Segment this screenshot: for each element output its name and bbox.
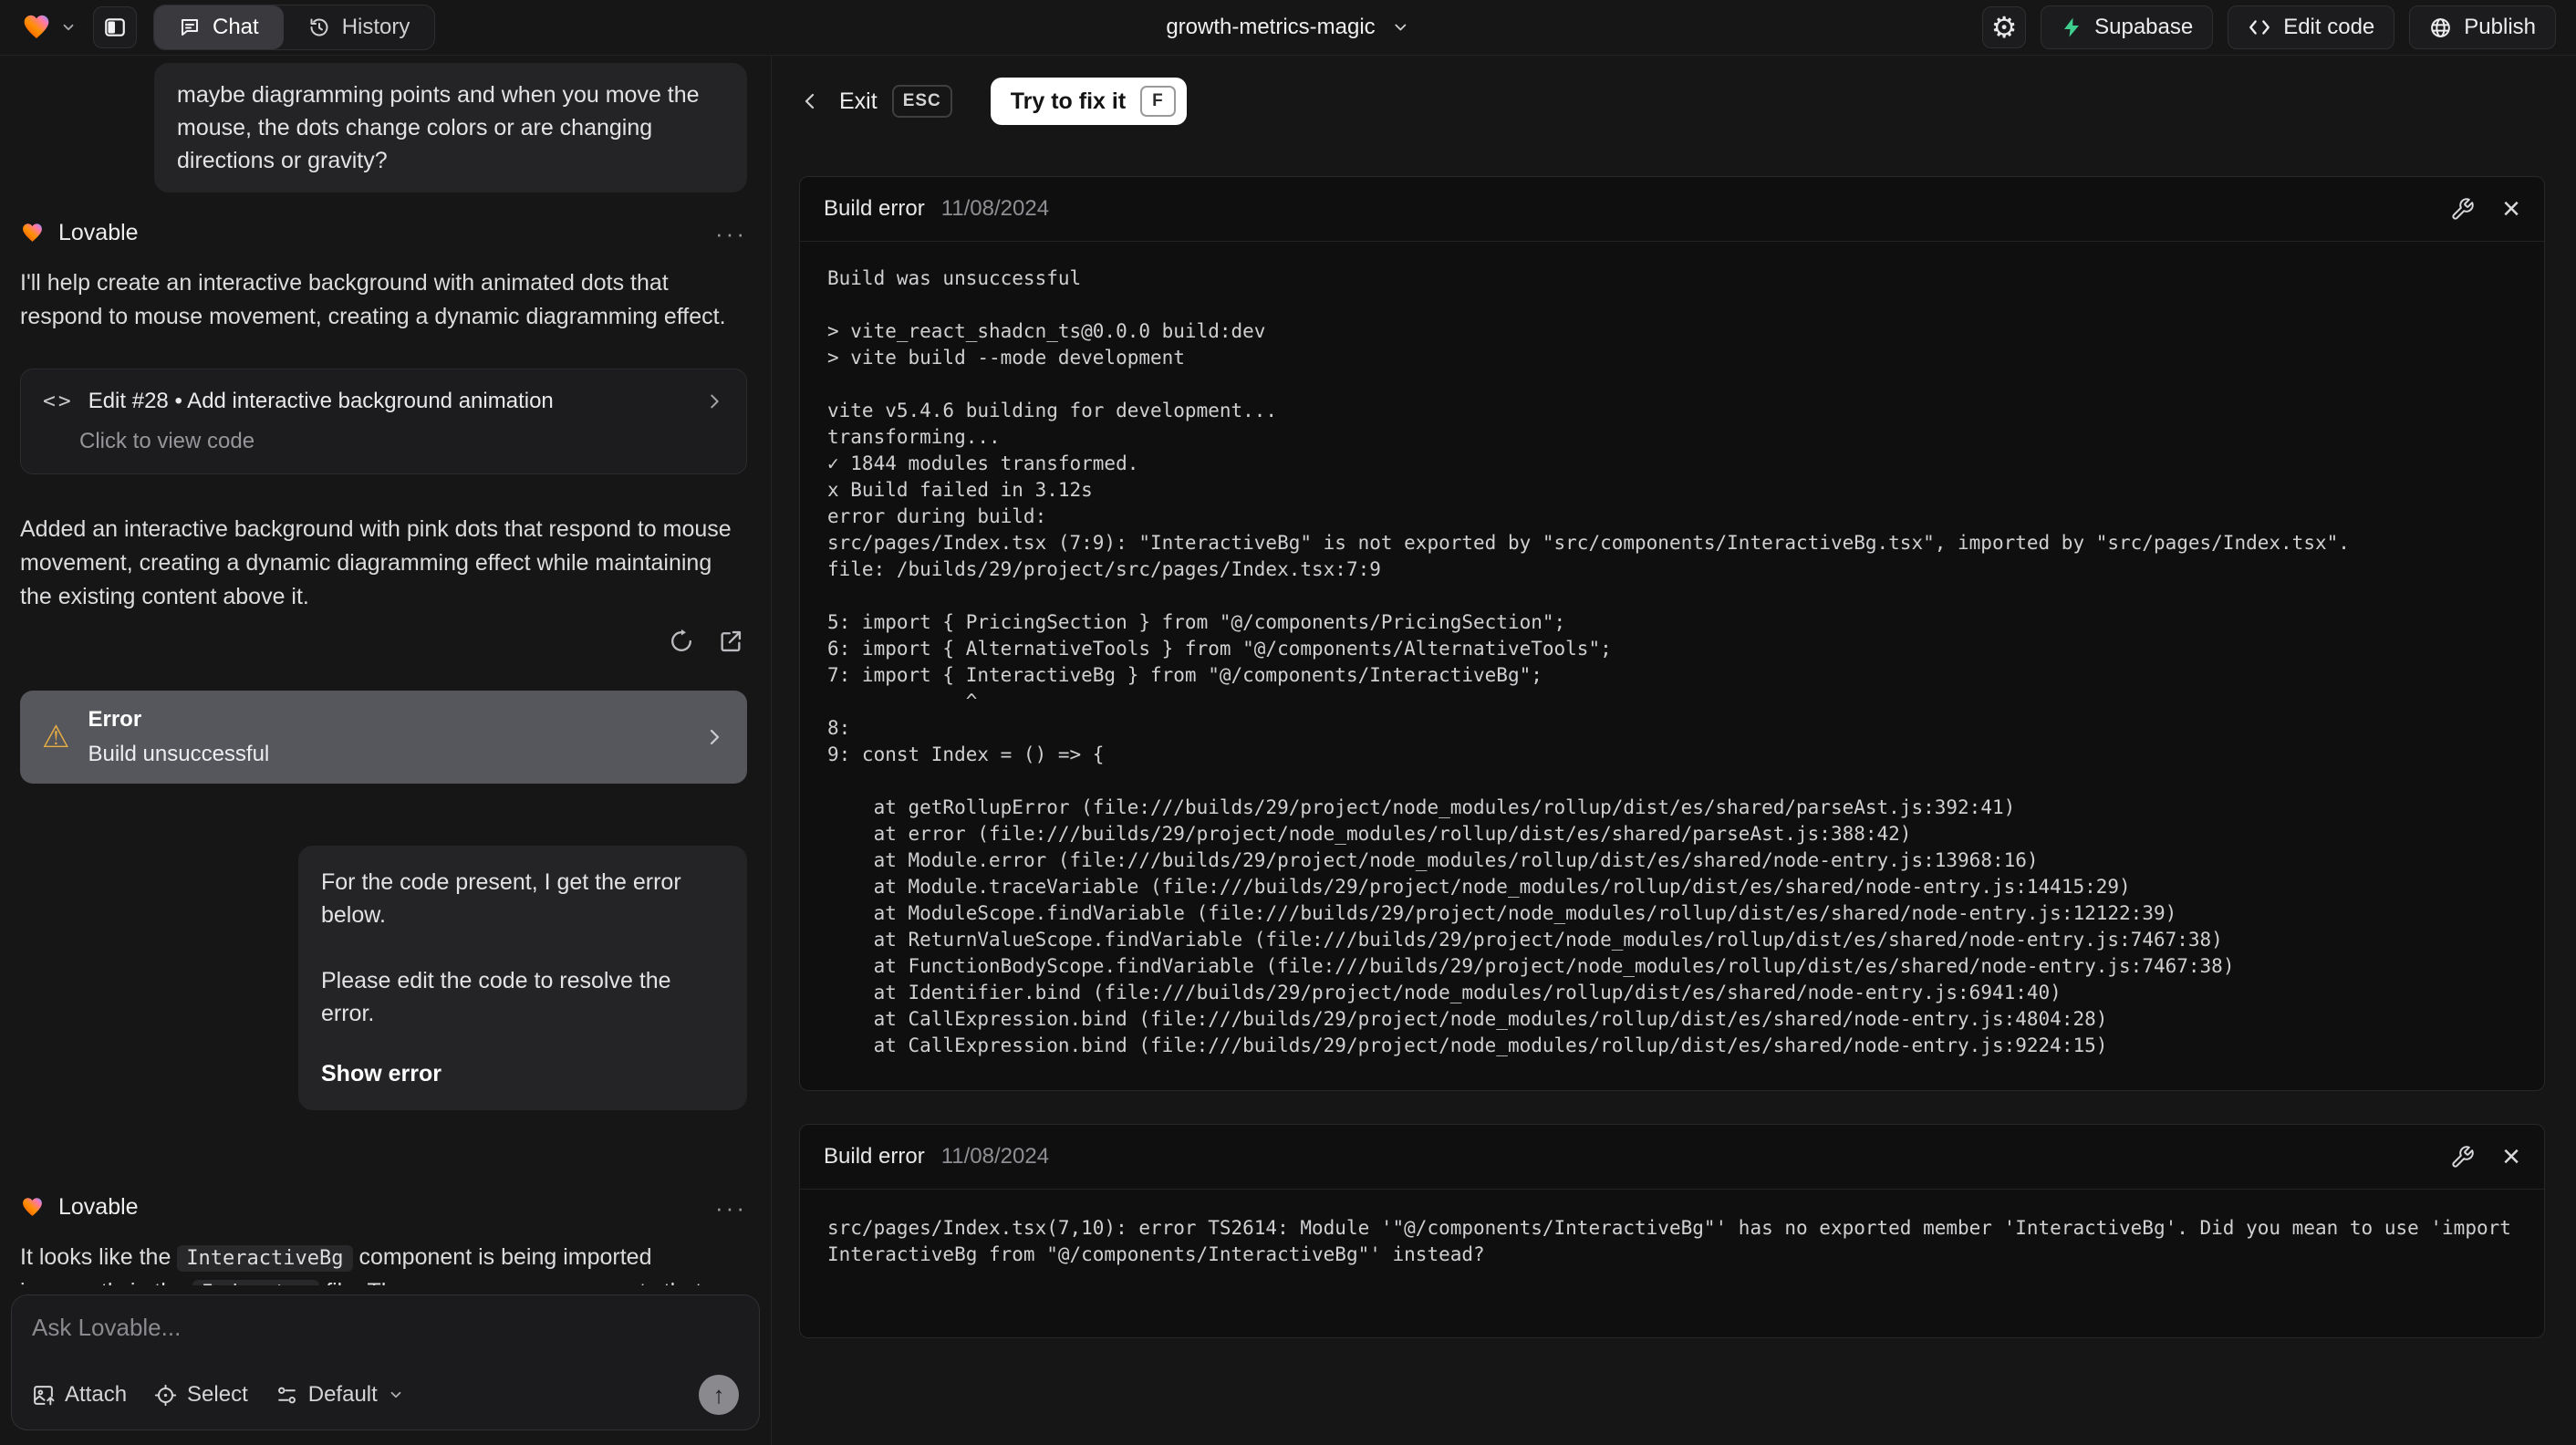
assistant-text: Added an interactive background with pin… (20, 516, 732, 609)
chevron-down-icon (1392, 18, 1410, 36)
history-clock-icon (308, 16, 330, 38)
user-text: For the code present, I get the error be… (321, 869, 681, 928)
tab-chat[interactable]: Chat (154, 5, 284, 49)
publish-label: Publish (2464, 15, 2536, 39)
select-target-icon (154, 1384, 177, 1407)
attach-label: Attach (65, 1382, 128, 1407)
mode-label: Default (307, 1382, 378, 1407)
edit-code-button[interactable]: Edit code (2228, 5, 2395, 49)
open-external-icon[interactable] (718, 629, 743, 654)
wrench-icon[interactable] (2450, 1145, 2475, 1170)
edit-28-card[interactable]: <> Edit #28 • Add interactive background… (20, 369, 747, 474)
panel-date: 11/08/2024 (940, 196, 1050, 221)
panel-title: Build error (824, 196, 925, 221)
chevron-right-icon (703, 726, 725, 748)
chat-scroll-area[interactable]: maybe diagramming points and when you mo… (0, 56, 771, 1285)
build-error-card[interactable]: ⚠ Error Build unsuccessful (20, 691, 747, 784)
panel-header: Build error 11/08/2024 × (800, 1125, 2544, 1190)
select-label: Select (187, 1382, 248, 1407)
code-brackets-icon (2248, 17, 2271, 37)
tab-chat-label: Chat (213, 15, 259, 39)
publish-button[interactable]: Publish (2409, 5, 2556, 49)
user-message: For the code present, I get the error be… (298, 846, 747, 1110)
inline-code: InteractiveBg (177, 1245, 353, 1272)
esc-key-badge: ESC (891, 85, 952, 118)
show-error-link[interactable]: Show error (321, 1057, 724, 1090)
project-name: growth-metrics-magic (1166, 15, 1376, 39)
edit-card-title: Edit #28 • Add interactive background an… (88, 389, 554, 413)
exit-button[interactable]: Exit (799, 88, 878, 115)
globe-icon (2429, 16, 2452, 39)
gear-icon: ⚙ (1990, 11, 2018, 44)
view-tabs: Chat History (153, 5, 436, 50)
edit-card-subtitle: Click to view code (79, 429, 255, 453)
chevron-down-icon (388, 1387, 404, 1403)
exit-label: Exit (839, 88, 878, 114)
select-button[interactable]: Select (154, 1382, 248, 1408)
panel-header: Build error 11/08/2024 × (800, 177, 2544, 242)
attach-image-icon (32, 1384, 55, 1407)
build-error-panel-1: Build error 11/08/2024 × Build was unsuc… (799, 176, 2545, 1091)
error-mode-toolbar: Exit ESC Try to fix it F (799, 78, 2545, 125)
panel-title: Build error (824, 1144, 925, 1169)
inline-code: Index.tsx (192, 1280, 320, 1285)
attach-button[interactable]: Attach (32, 1382, 127, 1408)
app-root: Chat History growth-metrics-magic ⚙ Supa… (0, 0, 2576, 1445)
chat-input[interactable] (32, 1314, 739, 1361)
panel-date: 11/08/2024 (940, 1144, 1050, 1169)
mode-dropdown[interactable]: Default (275, 1382, 404, 1408)
tab-history[interactable]: History (284, 5, 435, 49)
panel-left-icon (103, 16, 127, 39)
chat-panel: maybe diagramming points and when you mo… (0, 56, 772, 1445)
restore-icon[interactable] (669, 629, 694, 654)
supabase-button[interactable]: Supabase (2041, 5, 2214, 49)
edit-code-label: Edit code (2283, 15, 2375, 39)
arrow-up-icon: ↑ (712, 1381, 725, 1409)
close-icon[interactable]: × (2502, 193, 2520, 224)
sidebar-toggle-button[interactable] (93, 6, 137, 48)
message-options-button[interactable]: ··· (715, 222, 747, 245)
chevron-left-icon (799, 90, 821, 112)
close-icon[interactable]: × (2502, 1141, 2520, 1172)
wrench-icon[interactable] (2450, 197, 2475, 222)
build-error-panel-2: Build error 11/08/2024 × src/pages/Index… (799, 1124, 2545, 1338)
workspace: Exit ESC Try to fix it F Build error 11/… (772, 56, 2576, 1445)
send-button[interactable]: ↑ (699, 1375, 739, 1415)
f-key-badge: F (1140, 86, 1176, 117)
assistant-text: I'll help create an interactive backgrou… (20, 270, 726, 329)
assistant-name: Lovable (58, 1194, 139, 1220)
message-actions (20, 629, 747, 654)
message-options-button[interactable]: ··· (715, 1196, 747, 1220)
project-switcher[interactable]: growth-metrics-magic (1166, 15, 1409, 40)
composer: Attach Select Default (11, 1294, 760, 1430)
lovable-heart-icon (20, 13, 53, 42)
error-card-subtitle: Build unsuccessful (88, 742, 270, 766)
error-card-title: Error (88, 707, 142, 732)
user-text: Please edit the code to resolve the erro… (321, 968, 671, 1026)
supabase-bolt-icon (2061, 16, 2083, 38)
assistant-message-header: Lovable ··· (20, 1194, 747, 1221)
sliders-icon (275, 1384, 298, 1407)
assistant-text: It looks like the InteractiveBg componen… (20, 1241, 747, 1285)
topbar: Chat History growth-metrics-magic ⚙ Supa… (0, 0, 2576, 56)
lovable-heart-icon (20, 1196, 45, 1219)
assistant-message-header: Lovable ··· (20, 220, 747, 246)
build-log: src/pages/Index.tsx(7,10): error TS2614:… (827, 1217, 2511, 1265)
tab-history-label: History (341, 15, 410, 39)
lovable-heart-icon (20, 222, 45, 244)
assistant-name: Lovable (58, 220, 139, 245)
code-icon: <> (43, 390, 74, 413)
supabase-label: Supabase (2094, 15, 2194, 39)
chat-bubble-icon (179, 16, 201, 38)
lovable-logo-menu[interactable] (20, 13, 77, 42)
warning-triangle-icon: ⚠ (42, 720, 70, 754)
chevron-right-icon (704, 391, 724, 411)
settings-button[interactable]: ⚙ (1982, 6, 2027, 48)
try-to-fix-label: Try to fix it (1010, 88, 1127, 114)
try-to-fix-button[interactable]: Try to fix it F (990, 78, 1187, 125)
chevron-down-icon (60, 19, 77, 36)
user-message: maybe diagramming points and when you mo… (154, 63, 747, 192)
build-log: Build was unsuccessful > vite_react_shad… (827, 267, 2350, 1056)
